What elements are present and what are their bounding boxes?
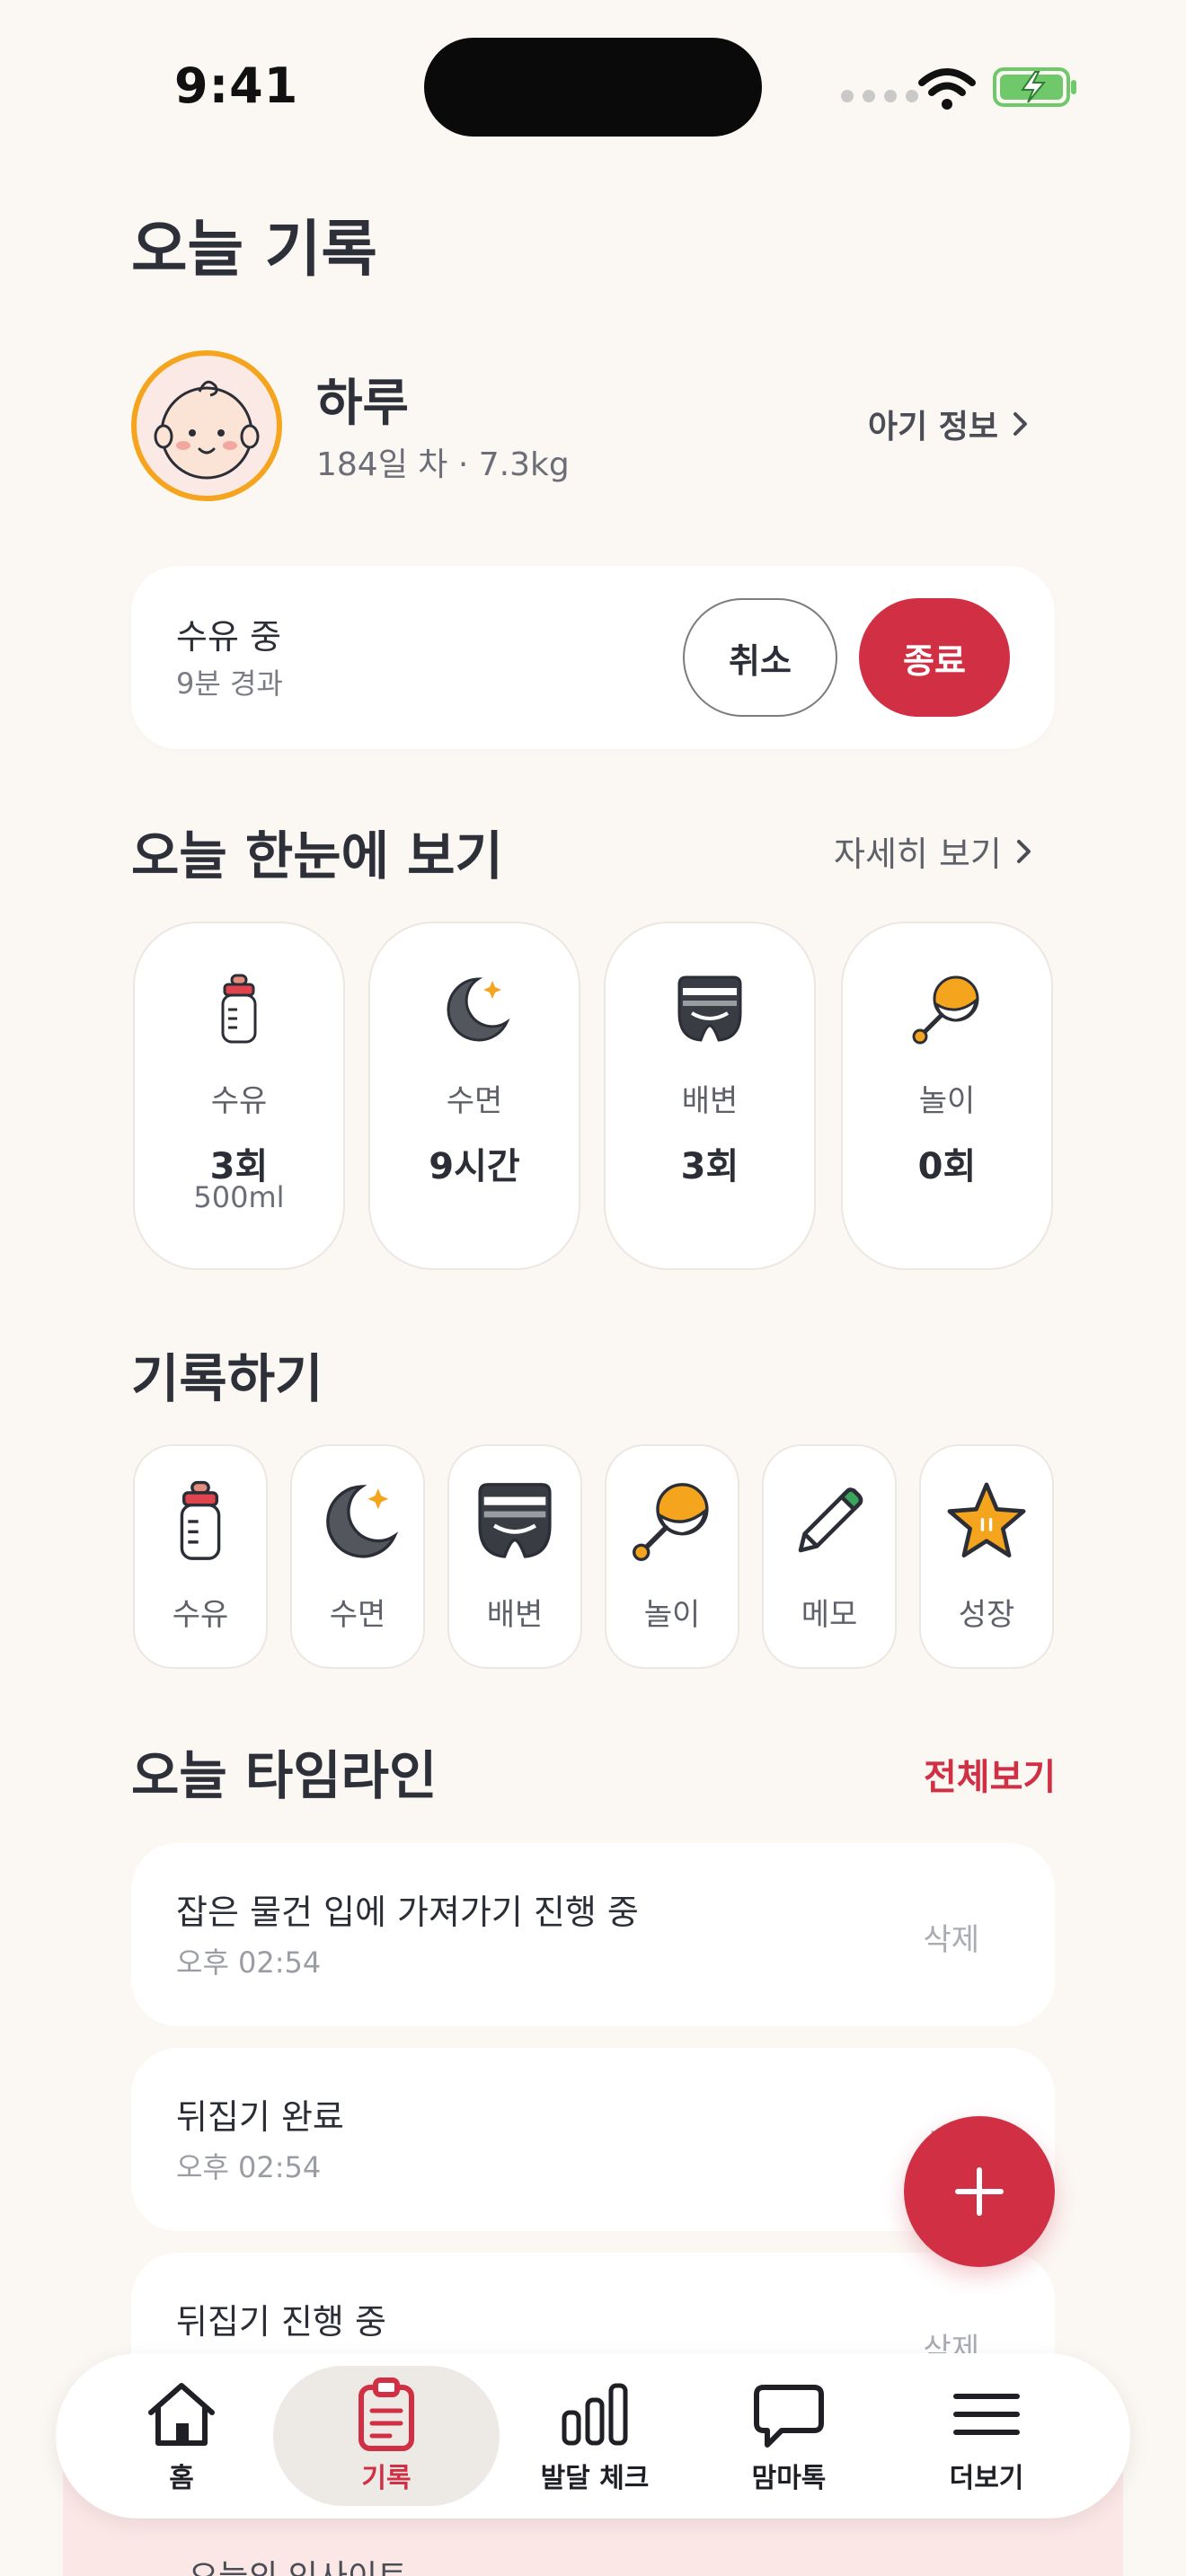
- tab-label: 맘마톡: [751, 2463, 827, 2494]
- summary-detail-link[interactable]: 자세히 보기: [834, 826, 1034, 876]
- summary-value: 9시간: [429, 1146, 520, 1187]
- menu-icon: [953, 2394, 1020, 2435]
- tab-label: 기록: [361, 2463, 412, 2494]
- tab-label: 홈: [169, 2463, 194, 2494]
- tab-development[interactable]: 발달 체크: [505, 2353, 685, 2519]
- rattle-icon: [633, 1483, 709, 1561]
- summary-detail-label: 자세히 보기: [834, 834, 1002, 874]
- baby-face-icon: [154, 380, 260, 480]
- bottle-icon: [221, 974, 257, 1044]
- record-section-title: 기록하기: [131, 1348, 323, 1409]
- baby-avatar[interactable]: [131, 350, 282, 501]
- summary-value: 0회: [917, 1146, 977, 1187]
- delete-button[interactable]: 삭제: [923, 1915, 979, 1959]
- record-label: 성장: [958, 1597, 1015, 1633]
- record-label: 수면: [329, 1597, 386, 1633]
- tab-home[interactable]: 홈: [101, 2353, 262, 2519]
- record-label: 배변: [486, 1597, 544, 1633]
- bar-chart-icon: [562, 2383, 628, 2446]
- cellular-signal-icon: [841, 90, 918, 102]
- tab-label: 발달 체크: [540, 2463, 650, 2494]
- diaper-icon: [478, 1483, 552, 1558]
- record-sleep-button[interactable]: 수면: [290, 1444, 425, 1669]
- record-growth-button[interactable]: 성장: [919, 1444, 1054, 1669]
- record-label: 메모: [801, 1597, 858, 1633]
- chevron-right-icon: [1013, 412, 1028, 436]
- timeline-item-title: 잡은 물건 입에 가져가기 진행 중: [176, 1892, 639, 1932]
- wifi-icon: [918, 68, 976, 110]
- summary-extra: 500ml: [193, 1180, 285, 1214]
- timeline-item-time: 오후 02:54: [176, 1945, 322, 1980]
- summary-label: 배변: [681, 1083, 739, 1119]
- tab-more[interactable]: 더보기: [906, 2353, 1067, 2519]
- end-button[interactable]: 종료: [859, 598, 1010, 717]
- feeding-status-title: 수유 중: [176, 617, 281, 657]
- summary-section-title: 오늘 한눈에 보기: [131, 825, 503, 887]
- summary-card-sleep[interactable]: 수면 9시간: [368, 922, 580, 1270]
- chevron-right-icon: [1016, 839, 1031, 863]
- timeline-item-time: 오후 02:54: [176, 2150, 322, 2184]
- baby-info-link[interactable]: 아기 정보: [868, 401, 1031, 447]
- tab-record[interactable]: 기록: [273, 2353, 500, 2519]
- star-icon: [947, 1482, 1026, 1557]
- status-time: 9:41: [174, 57, 299, 114]
- feeding-elapsed: 9분 경과: [176, 666, 283, 701]
- timeline-item-title: 뒤집기 완료: [176, 2097, 344, 2137]
- battery-charging-icon: [993, 67, 1076, 107]
- summary-card-diaper[interactable]: 배변 3회: [604, 922, 816, 1270]
- record-feeding-button[interactable]: 수유: [133, 1444, 268, 1669]
- bottle-icon: [180, 1480, 221, 1560]
- bottom-tab-bar: 홈 기록 발달 체크 맘마톡 더보기: [56, 2353, 1130, 2519]
- baby-age-weight: 184일 차 · 7.3kg: [316, 446, 570, 483]
- dynamic-island: [424, 38, 762, 137]
- pencil-icon: [798, 1487, 863, 1553]
- home-icon: [148, 2383, 215, 2446]
- diaper-icon: [677, 975, 742, 1042]
- timeline-item[interactable]: 잡은 물건 입에 가져가기 진행 중 오후 02:54 삭제: [131, 1843, 1055, 2026]
- baby-info-label: 아기 정보: [868, 409, 999, 446]
- insight-title: 오늘의 인사이트: [189, 2551, 407, 2576]
- cancel-button[interactable]: 취소: [683, 598, 837, 717]
- page-title: 오늘 기록: [131, 215, 377, 286]
- summary-value: 3회: [680, 1146, 739, 1187]
- record-memo-button[interactable]: 메모: [762, 1444, 897, 1669]
- timeline-item-title: 뒤집기 진행 중: [176, 2302, 386, 2342]
- baby-name: 하루: [316, 375, 410, 433]
- chat-bubble-icon: [754, 2385, 824, 2448]
- summary-label: 수유: [210, 1083, 268, 1119]
- record-diaper-button[interactable]: 배변: [447, 1444, 582, 1669]
- timeline-section-title: 오늘 타임라인: [131, 1745, 438, 1806]
- moon-icon: [326, 1485, 399, 1558]
- summary-label: 놀이: [918, 1083, 976, 1119]
- rattle-icon: [912, 975, 979, 1045]
- timeline-view-all-link[interactable]: 전체보기: [924, 1748, 1056, 1800]
- record-label: 놀이: [643, 1597, 701, 1633]
- summary-label: 수면: [446, 1083, 503, 1119]
- moon-icon: [447, 977, 510, 1042]
- record-label: 수유: [172, 1597, 229, 1633]
- tab-label: 더보기: [949, 2463, 1024, 2494]
- tab-mamatalk[interactable]: 맘마톡: [708, 2353, 870, 2519]
- summary-card-feeding[interactable]: 수유 3회 500ml: [133, 922, 345, 1270]
- clipboard-icon: [358, 2378, 414, 2451]
- add-record-fab[interactable]: [904, 2116, 1055, 2267]
- record-play-button[interactable]: 놀이: [605, 1444, 739, 1669]
- summary-card-play[interactable]: 놀이 0회: [841, 922, 1053, 1270]
- plus-icon: [955, 2167, 1004, 2216]
